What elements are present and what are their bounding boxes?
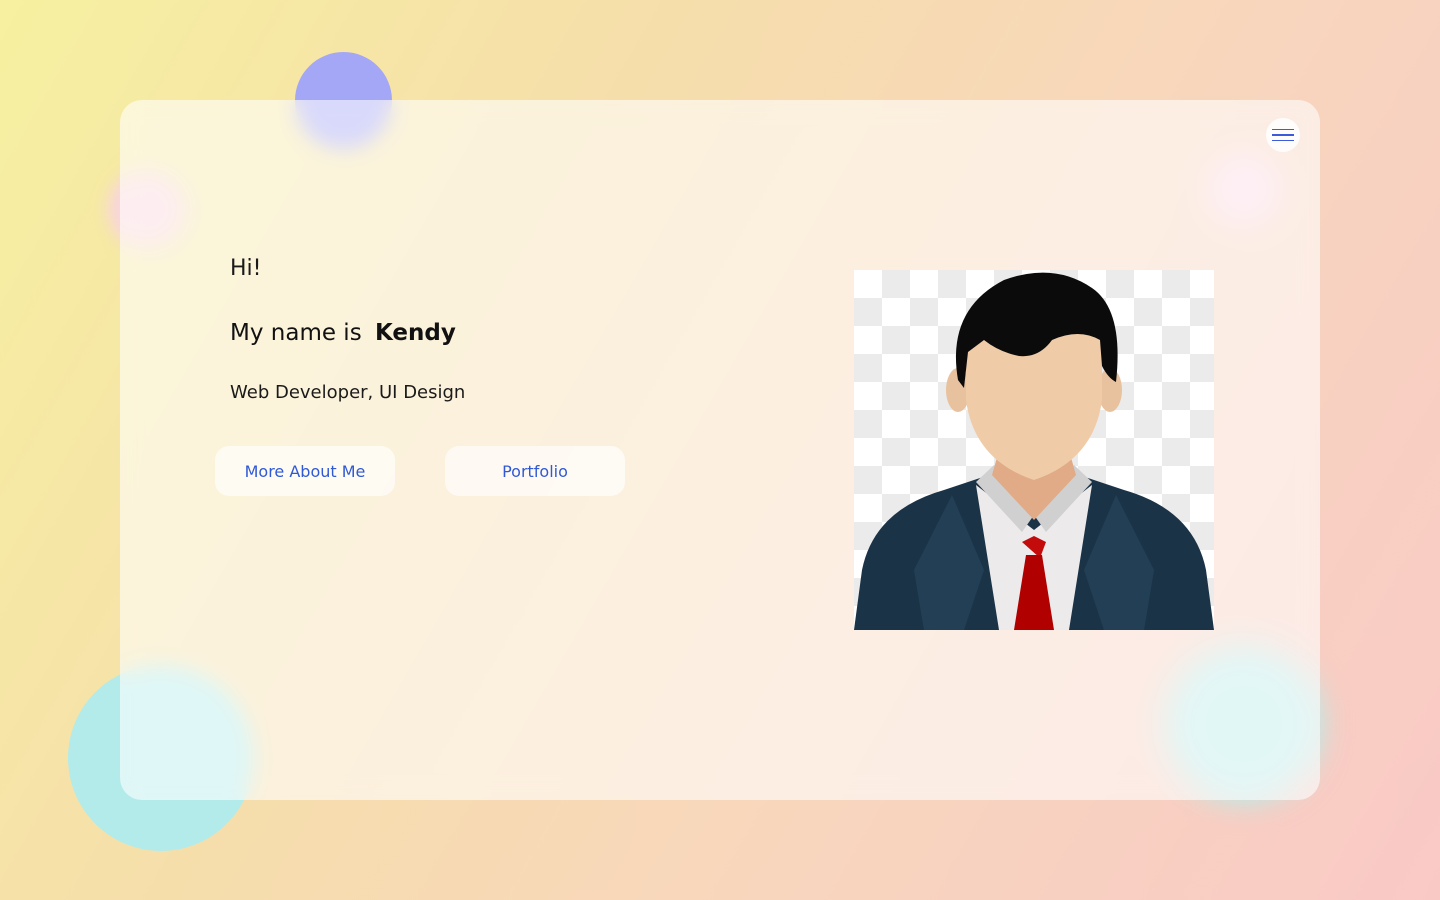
name-heading: My name is Kendy [230,320,456,346]
menu-line [1272,128,1294,131]
menu-line [1272,139,1294,142]
businessman-avatar-icon [854,272,1214,630]
avatar-image [854,270,1214,630]
hamburger-menu-icon[interactable] [1266,118,1300,152]
role-subtitle: Web Developer, UI Design [230,382,466,403]
person-name: Kendy [375,320,456,346]
menu-line [1272,134,1294,136]
name-prefix: My name is [230,320,362,346]
glass-card: Hi! My name is Kendy Web Developer, UI D… [120,100,1320,800]
greeting-text: Hi! [230,256,262,281]
more-about-me-button[interactable]: More About Me [215,446,395,496]
portfolio-button[interactable]: Portfolio [445,446,625,496]
